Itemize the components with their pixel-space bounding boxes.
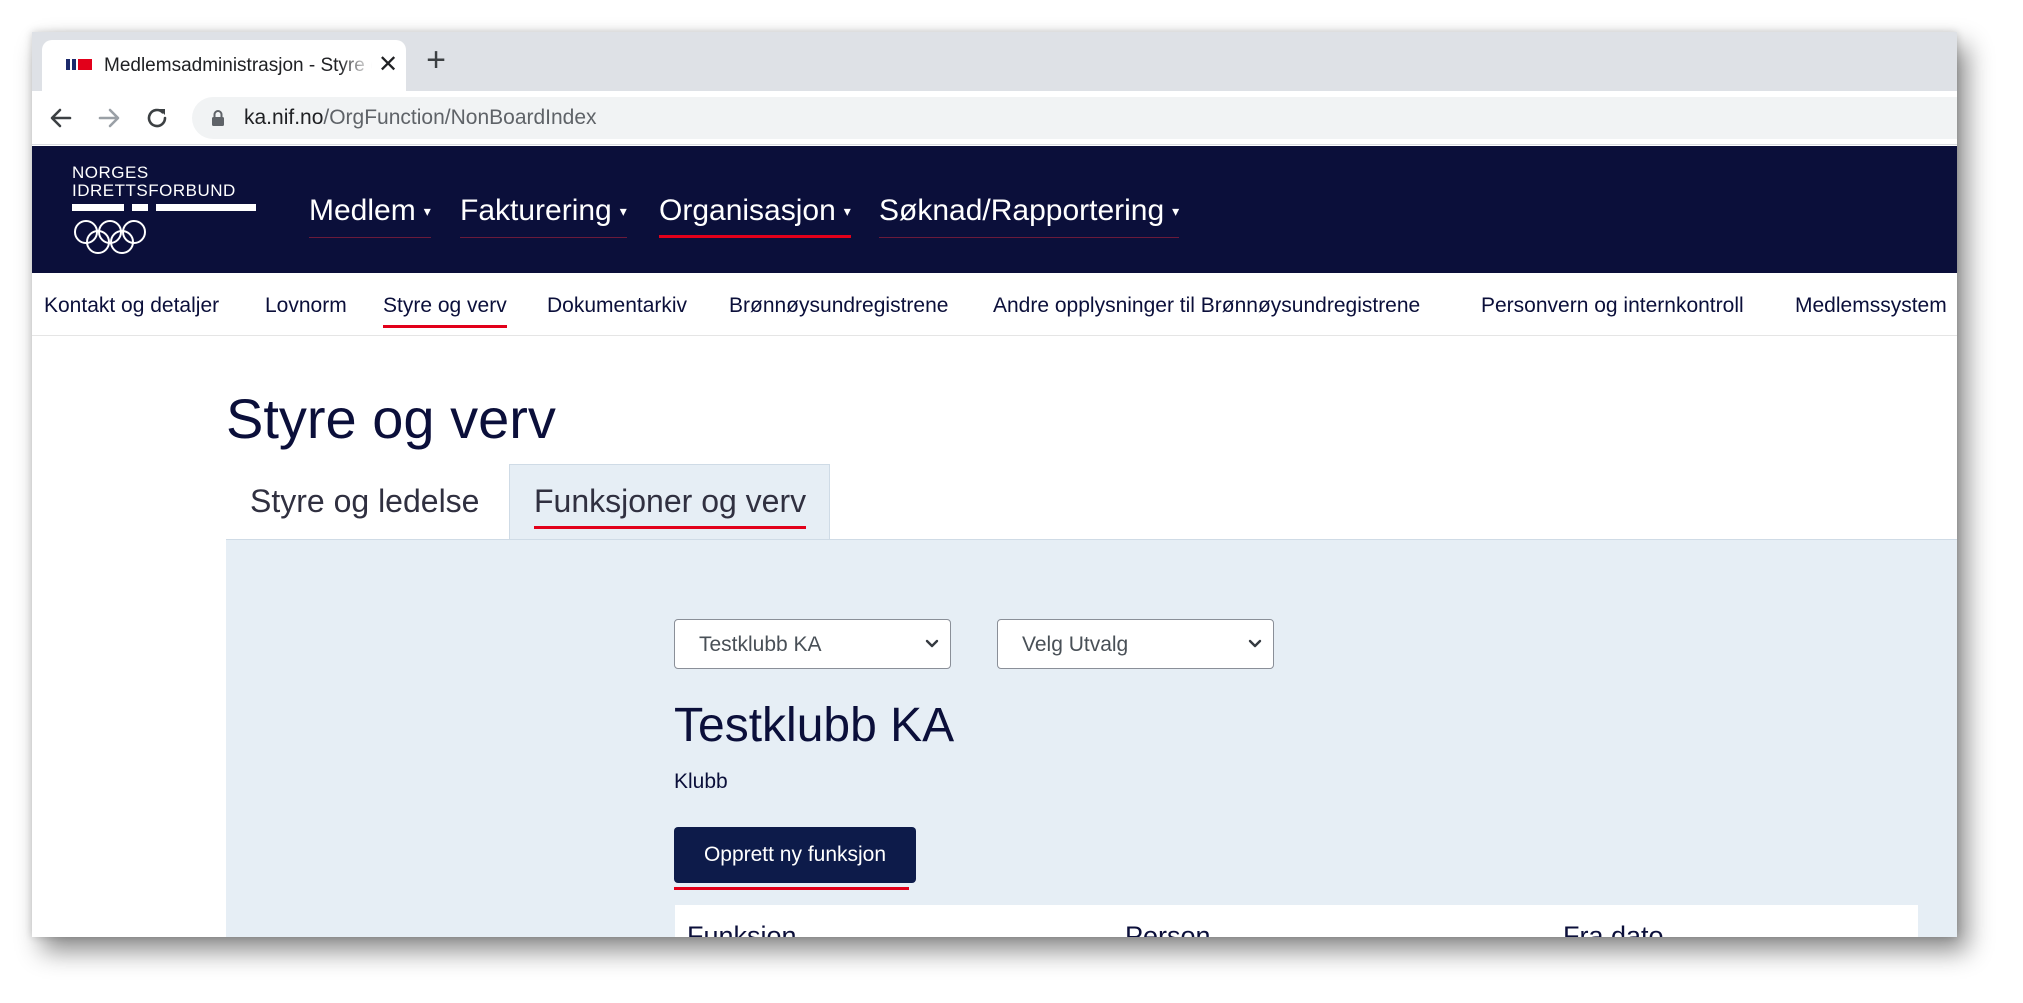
url-host: ka.nif.no [244, 106, 324, 129]
sub-nav-styre-og-verv[interactable]: Styre og verv [383, 294, 507, 328]
column-header-funksjon[interactable]: Funksjon [687, 921, 797, 937]
logo-flag-bar [156, 204, 256, 211]
annotation-underline [674, 887, 909, 890]
caret-down-icon: ▾ [619, 203, 627, 219]
olympic-rings-icon [74, 220, 146, 254]
back-arrow-icon[interactable] [46, 103, 76, 133]
nif-favicon-icon [66, 59, 92, 70]
logo-text-line2: IDRETTSFORBUND [72, 181, 236, 200]
main-nav-label: Søknad/Rapportering [879, 194, 1165, 227]
site-header: NORGES IDRETTSFORBUND Medlem ▾ Fakturerin… [32, 146, 1957, 273]
logo-text-line1: NORGES [72, 163, 149, 182]
org-type-label: Klubb [674, 770, 728, 793]
sub-nav-personvern[interactable]: Personvern og internkontroll [1481, 294, 1744, 328]
caret-down-icon: ▾ [843, 203, 851, 219]
tab-funksjoner-og-verv[interactable]: Funksjoner og verv [509, 464, 830, 540]
address-bar[interactable]: ka.nif.no/OrgFunction/NonBoardIndex [192, 97, 1957, 139]
url-path: /OrgFunction/NonBoardIndex [323, 106, 597, 129]
close-tab-icon[interactable]: ✕ [376, 53, 400, 77]
content-panel [226, 539, 1957, 937]
lock-icon [212, 110, 224, 126]
caret-down-icon: ▾ [423, 203, 431, 219]
tab-label: Funksjoner og verv [534, 483, 807, 529]
tab-label: Styre og ledelse [250, 483, 480, 519]
caret-down-icon: ▾ [1172, 203, 1180, 219]
main-nav-organisasjon[interactable]: Organisasjon ▾ [659, 194, 851, 238]
browser-tab[interactable]: Medlemsadministrasjon - Styre og verv ✕ [42, 40, 406, 91]
page-title: Styre og verv [226, 387, 556, 450]
sub-nav-bronnoysundregistrene[interactable]: Brønnøysundregistrene [729, 294, 948, 328]
tab-styre-og-ledelse[interactable]: Styre og ledelse [226, 465, 488, 539]
column-header-fra-dato[interactable]: Fra dato [1563, 921, 1664, 937]
logo-flag-bar [72, 204, 124, 211]
sub-nav-kontakt-og-detaljer[interactable]: Kontakt og detaljer [44, 294, 219, 328]
browser-window: Medlemsadministrasjon - Styre og verv ✕ … [32, 32, 1957, 937]
org-select-value: Testklubb KA [699, 633, 822, 656]
sub-nav-andre-opplysninger[interactable]: Andre opplysninger til Brønnøysundregist… [993, 294, 1420, 328]
org-select[interactable]: Testklubb KA [674, 619, 951, 669]
column-header-person[interactable]: Person [1125, 921, 1211, 937]
sub-nav: Kontakt og detaljer Lovnorm Styre og ver… [32, 273, 1957, 336]
committee-select-value: Velg Utvalg [1022, 633, 1129, 656]
committee-select[interactable]: Velg Utvalg [997, 619, 1274, 669]
sub-nav-dokumentarkiv[interactable]: Dokumentarkiv [547, 294, 687, 328]
reload-icon[interactable] [142, 103, 172, 133]
new-tab-button[interactable]: + [420, 43, 452, 77]
logo-flag-bar [132, 204, 148, 211]
main-nav-label: Medlem [309, 194, 416, 227]
sub-nav-lovnorm[interactable]: Lovnorm [265, 294, 347, 328]
sub-nav-medlemssystem[interactable]: Medlemssystem [1795, 294, 1947, 328]
browser-tab-title: Medlemsadministrasjon - Styre og verv [104, 55, 372, 76]
chevron-down-icon [925, 639, 939, 648]
main-nav-fakturering[interactable]: Fakturering ▾ [460, 194, 627, 238]
create-function-button[interactable]: Opprett ny funksjon [674, 827, 916, 883]
org-name-heading: Testklubb KA [674, 699, 955, 752]
nif-logo[interactable]: NORGES IDRETTSFORBUND [72, 164, 262, 260]
main-nav-label: Organisasjon [659, 194, 836, 227]
main-nav-label: Fakturering [460, 194, 612, 227]
main-nav-soknad-rapportering[interactable]: Søknad/Rapportering ▾ [879, 194, 1180, 238]
browser-tab-strip: Medlemsadministrasjon - Styre og verv ✕ … [32, 32, 1957, 91]
browser-toolbar: ka.nif.no/OrgFunction/NonBoardIndex [32, 91, 1957, 145]
url-text: ka.nif.no/OrgFunction/NonBoardIndex [244, 106, 597, 130]
forward-arrow-icon[interactable] [94, 103, 124, 133]
chevron-down-icon [1248, 639, 1262, 648]
main-nav-medlem[interactable]: Medlem ▾ [309, 194, 431, 238]
functions-table-header: Funksjon Person Fra dato [675, 905, 1918, 937]
